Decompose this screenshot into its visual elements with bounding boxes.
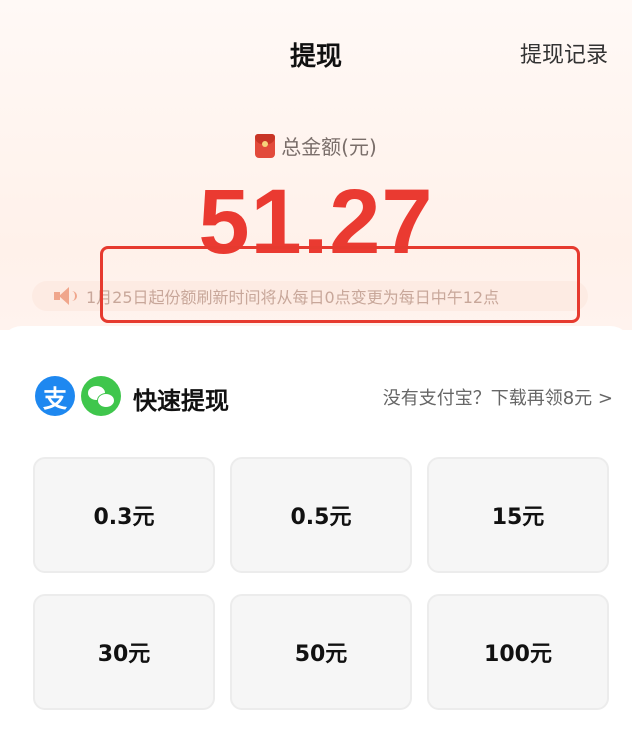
amount-option-15[interactable]: 15元 <box>427 457 609 573</box>
speaker-icon <box>54 286 77 306</box>
red-packet-icon <box>255 133 276 158</box>
download-alipay-link[interactable]: 没有支付宝？下载再领8元 > <box>383 384 613 410</box>
amount-option-30[interactable]: 30元 <box>33 594 215 710</box>
withdraw-history-link[interactable]: 提现记录 <box>520 37 608 69</box>
total-amount-label: 总金额(元) <box>281 135 377 159</box>
highlight-box <box>100 246 580 323</box>
amount-option-0-3[interactable]: 0.3元 <box>33 457 215 573</box>
alipay-icon: 支 <box>35 376 75 416</box>
amount-option-0-5[interactable]: 0.5元 <box>230 457 412 573</box>
total-amount-label-row: 总金额(元) <box>0 131 632 160</box>
quick-withdraw-title: 快速提现 <box>133 387 229 415</box>
amount-option-100[interactable]: 100元 <box>427 594 609 710</box>
amount-option-50[interactable]: 50元 <box>230 594 412 710</box>
wechat-icon <box>81 376 121 416</box>
